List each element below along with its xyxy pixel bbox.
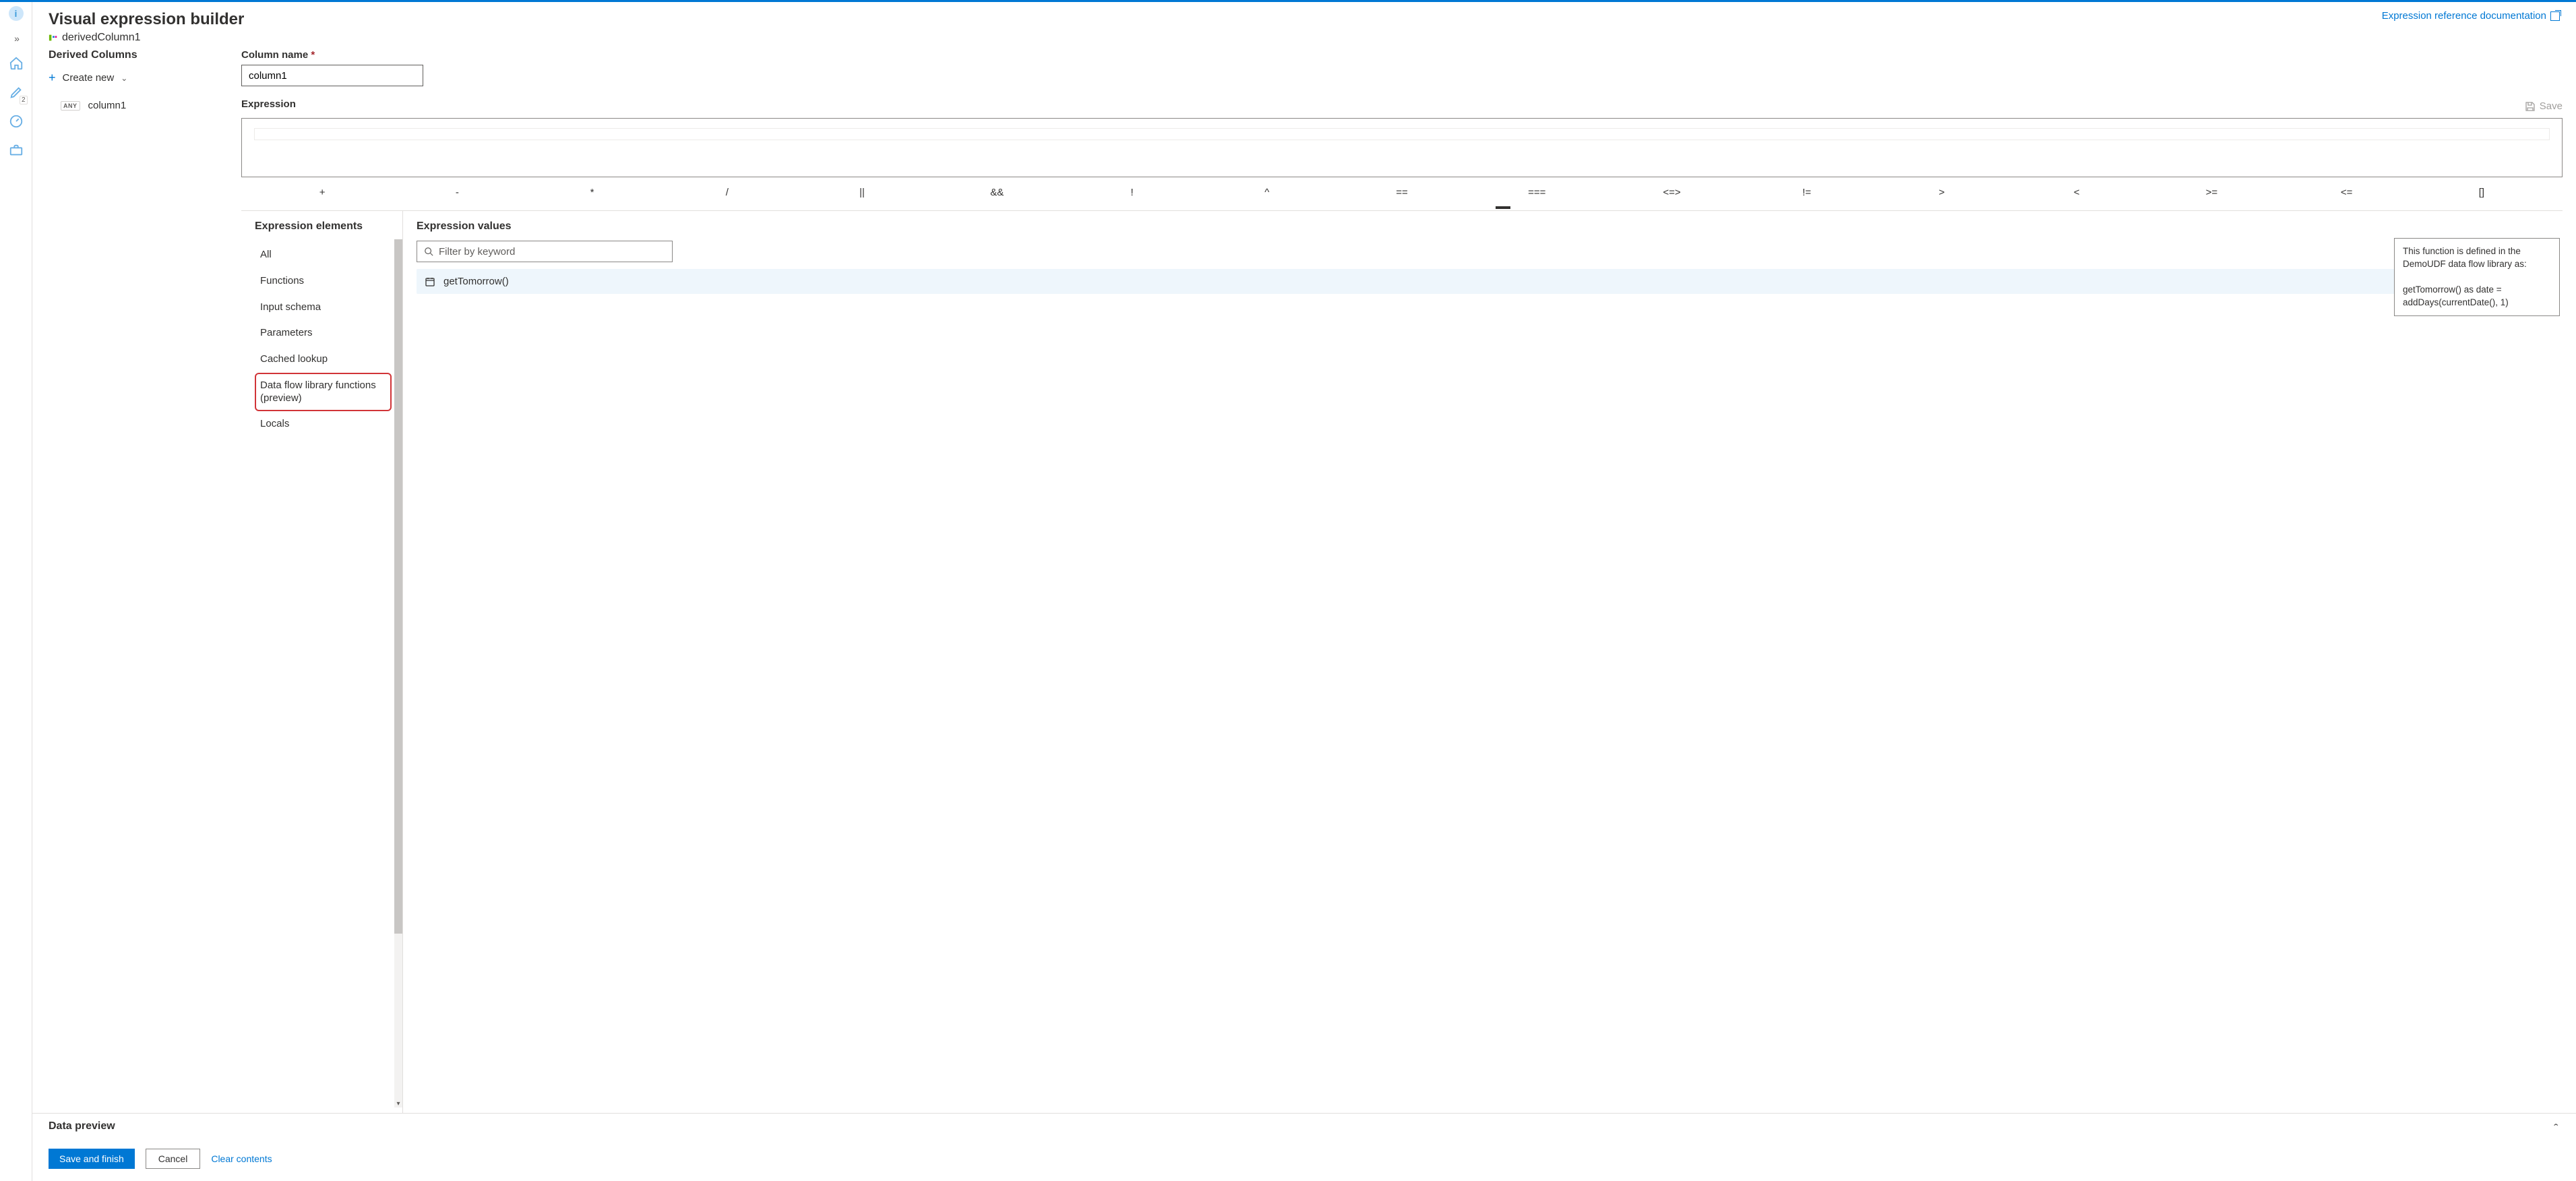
clear-contents-link[interactable]: Clear contents <box>211 1153 272 1164</box>
values-heading: Expression values <box>417 220 2549 233</box>
op-lt[interactable]: < <box>2009 187 2144 198</box>
column-name-label-text: Column name <box>241 49 308 61</box>
cancel-button[interactable]: Cancel <box>146 1149 201 1169</box>
element-library-functions[interactable]: Data flow library functions (preview) <box>255 373 392 412</box>
op-and[interactable]: && <box>929 187 1064 198</box>
main-pane: Visual expression builder Expression ref… <box>32 2 2576 1181</box>
expression-label: Expression <box>241 98 296 110</box>
expression-editor[interactable] <box>241 118 2563 177</box>
author-badge: 2 <box>20 96 28 104</box>
elements-list: All Functions Input schema Parameters Ca… <box>255 242 402 437</box>
op-not[interactable]: ! <box>1064 187 1199 198</box>
op-index[interactable]: [] <box>2414 187 2549 198</box>
create-new-button[interactable]: + Create new ⌄ <box>49 71 225 85</box>
chevron-down-icon: ⌄ <box>121 73 127 83</box>
column-name-label: Column name * <box>241 49 2563 61</box>
header: Visual expression builder Expression ref… <box>32 2 2576 32</box>
monitor-icon[interactable] <box>9 114 24 131</box>
op-plus[interactable]: + <box>255 187 390 198</box>
save-and-finish-button[interactable]: Save and finish <box>49 1149 135 1169</box>
editor-panel: Column name * Expression Save + - <box>241 49 2576 1113</box>
op-mult[interactable]: * <box>524 187 659 198</box>
doc-link-label: Expression reference documentation <box>2382 10 2546 22</box>
op-gte[interactable]: >= <box>2144 187 2279 198</box>
page-title: Visual expression builder <box>49 10 244 29</box>
create-new-label: Create new <box>63 72 115 84</box>
left-rail: i » 2 <box>0 2 32 1181</box>
app-root: i » 2 Visual expression builder Expressi… <box>0 2 2576 1181</box>
resize-handle[interactable] <box>1496 206 1510 209</box>
element-locals[interactable]: Locals <box>255 411 392 437</box>
expression-values-pane: Expression values Filter by keyword getT… <box>403 211 2563 1113</box>
type-chip: ANY <box>61 101 80 111</box>
plus-icon: + <box>49 71 56 85</box>
value-label: getTomorrow() <box>443 276 509 287</box>
op-or[interactable]: || <box>795 187 929 198</box>
search-icon <box>424 247 433 256</box>
expression-elements-pane: Expression elements All Functions Input … <box>241 211 403 1113</box>
element-parameters[interactable]: Parameters <box>255 320 392 346</box>
external-link-icon <box>2550 11 2560 21</box>
op-xor[interactable]: ^ <box>1200 187 1335 198</box>
body-split: Derived Columns + Create new ⌄ ANY colum… <box>32 49 2576 1113</box>
node-name: derivedColumn1 <box>62 32 141 44</box>
filter-placeholder: Filter by keyword <box>439 246 515 258</box>
operator-toolbar: + - * / || && ! ^ == === <=> != > < >= <… <box>241 177 2563 205</box>
op-eq[interactable]: == <box>1335 187 1469 198</box>
column-name-input[interactable] <box>241 65 423 86</box>
scroll-thumb[interactable] <box>394 239 402 934</box>
info-icon[interactable]: i <box>9 6 24 21</box>
op-neq[interactable]: != <box>1740 187 1874 198</box>
data-preview-label: Data preview <box>49 1120 115 1132</box>
expression-placeholder <box>254 128 2550 140</box>
doc-link[interactable]: Expression reference documentation <box>2382 10 2560 22</box>
elements-heading: Expression elements <box>255 220 402 233</box>
element-all[interactable]: All <box>255 242 392 268</box>
lower-split: Expression elements All Functions Input … <box>241 210 2563 1113</box>
filter-input[interactable]: Filter by keyword <box>417 241 673 262</box>
op-minus[interactable]: - <box>390 187 524 198</box>
required-star: * <box>311 49 315 61</box>
toolbox-icon[interactable] <box>9 143 24 160</box>
scroll-down-icon[interactable]: ▾ <box>394 1099 402 1108</box>
home-icon[interactable] <box>9 56 24 73</box>
derived-column-icon <box>49 33 58 42</box>
author-icon[interactable]: 2 <box>9 85 24 102</box>
function-tooltip: This function is defined in the DemoUDF … <box>2394 238 2560 316</box>
expand-rail-icon[interactable]: » <box>14 33 18 44</box>
save-icon <box>2525 101 2536 112</box>
chevron-up-icon: ⌃ <box>2552 1122 2560 1130</box>
elements-scrollbar[interactable]: ▾ <box>394 239 402 1108</box>
derived-columns-heading: Derived Columns <box>49 49 225 61</box>
element-cached-lookup[interactable]: Cached lookup <box>255 346 392 373</box>
value-row[interactable]: getTomorrow() <box>417 269 2549 294</box>
op-eqeq[interactable]: === <box>1469 187 1604 198</box>
calendar-icon <box>425 276 435 287</box>
op-gt[interactable]: > <box>1874 187 2009 198</box>
node-subheader: derivedColumn1 <box>32 32 2576 49</box>
column-item-label: column1 <box>88 100 127 111</box>
footer: Save and finish Cancel Clear contents <box>32 1139 2576 1181</box>
column-item[interactable]: ANY column1 <box>49 100 225 111</box>
save-label: Save <box>2540 100 2563 112</box>
element-input-schema[interactable]: Input schema <box>255 295 392 321</box>
save-expression-button: Save <box>2525 100 2563 112</box>
derived-columns-panel: Derived Columns + Create new ⌄ ANY colum… <box>32 49 241 1113</box>
element-functions[interactable]: Functions <box>255 268 392 295</box>
data-preview-bar[interactable]: Data preview ⌃ <box>32 1113 2576 1139</box>
op-div[interactable]: / <box>660 187 795 198</box>
op-lte[interactable]: <= <box>2279 187 2414 198</box>
op-nse[interactable]: <=> <box>1604 187 1739 198</box>
